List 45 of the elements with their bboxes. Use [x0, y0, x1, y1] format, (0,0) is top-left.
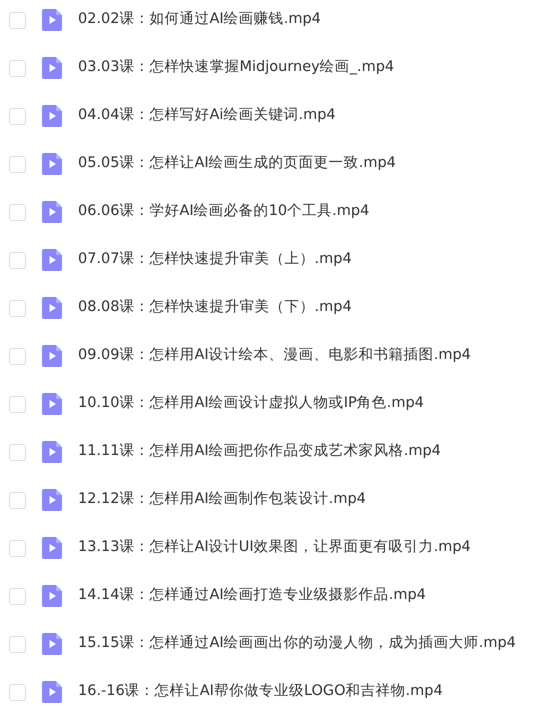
file-name[interactable]: 09.09课：怎样用AI设计绘本、漫画、电影和书籍插图.mp4: [78, 345, 471, 367]
checkbox[interactable]: [9, 396, 26, 412]
video-file-icon: [42, 201, 62, 223]
file-name[interactable]: 12.12课：怎样用AI绘画制作包装设计.mp4: [78, 489, 366, 511]
file-name[interactable]: 11.11课：怎样用AI绘画把你作品变成艺术家风格.mp4: [78, 441, 441, 463]
video-file-icon: [42, 297, 62, 319]
video-file-icon: [42, 345, 62, 367]
checkbox[interactable]: [9, 204, 26, 220]
video-file-icon: [42, 105, 62, 127]
checkbox[interactable]: [9, 252, 26, 268]
checkbox[interactable]: [9, 348, 26, 364]
checkbox[interactable]: [9, 588, 26, 604]
file-name[interactable]: 05.05课：怎样让AI绘画生成的页面更一致.mp4: [78, 153, 396, 175]
file-name[interactable]: 02.02课：如何通过AI绘画赚钱.mp4: [78, 9, 321, 31]
video-file-icon: [42, 249, 62, 271]
video-file-icon: [42, 585, 62, 607]
file-name[interactable]: 04.04课：怎样写好Ai绘画关键词.mp4: [78, 105, 336, 127]
checkbox[interactable]: [9, 300, 26, 316]
file-name[interactable]: 16.-16课：怎样让AI帮你做专业级LOGO和吉祥物.mp4: [78, 681, 443, 703]
checkbox[interactable]: [9, 636, 26, 652]
file-name[interactable]: 14.14课：怎样通过AI绘画打造专业级摄影作品.mp4: [78, 585, 426, 607]
checkbox[interactable]: [9, 156, 26, 172]
file-name[interactable]: 08.08课：怎样快速提升审美（下）.mp4: [78, 297, 352, 319]
video-file-icon: [42, 441, 62, 463]
checkbox[interactable]: [9, 540, 26, 556]
file-name[interactable]: 10.10课：怎样用AI绘画设计虚拟人物或IP角色.mp4: [78, 393, 424, 415]
checkbox[interactable]: [9, 108, 26, 124]
file-name[interactable]: 06.06课：学好AI绘画必备的10个工具.mp4: [78, 201, 370, 223]
video-file-icon: [42, 681, 62, 703]
checkbox[interactable]: [9, 492, 26, 508]
video-file-icon: [42, 393, 62, 415]
video-file-icon: [42, 153, 62, 175]
checkbox[interactable]: [9, 60, 26, 76]
checkbox[interactable]: [9, 684, 26, 700]
file-name[interactable]: 03.03课：怎样快速掌握Midjourney绘画_.mp4: [78, 57, 394, 79]
video-file-icon: [42, 9, 62, 31]
file-name[interactable]: 13.13课：怎样让AI设计UI效果图，让界面更有吸引力.mp4: [78, 537, 471, 559]
video-file-icon: [42, 633, 62, 655]
file-name[interactable]: 07.07课：怎样快速提升审美（上）.mp4: [78, 249, 352, 271]
file-name[interactable]: 15.15课：怎样通过AI绘画画出你的动漫人物，成为插画大师.mp4: [78, 633, 516, 655]
video-file-icon: [42, 537, 62, 559]
video-file-icon: [42, 489, 62, 511]
checkbox[interactable]: [9, 12, 26, 28]
video-file-icon: [42, 57, 62, 79]
checkbox[interactable]: [9, 444, 26, 460]
